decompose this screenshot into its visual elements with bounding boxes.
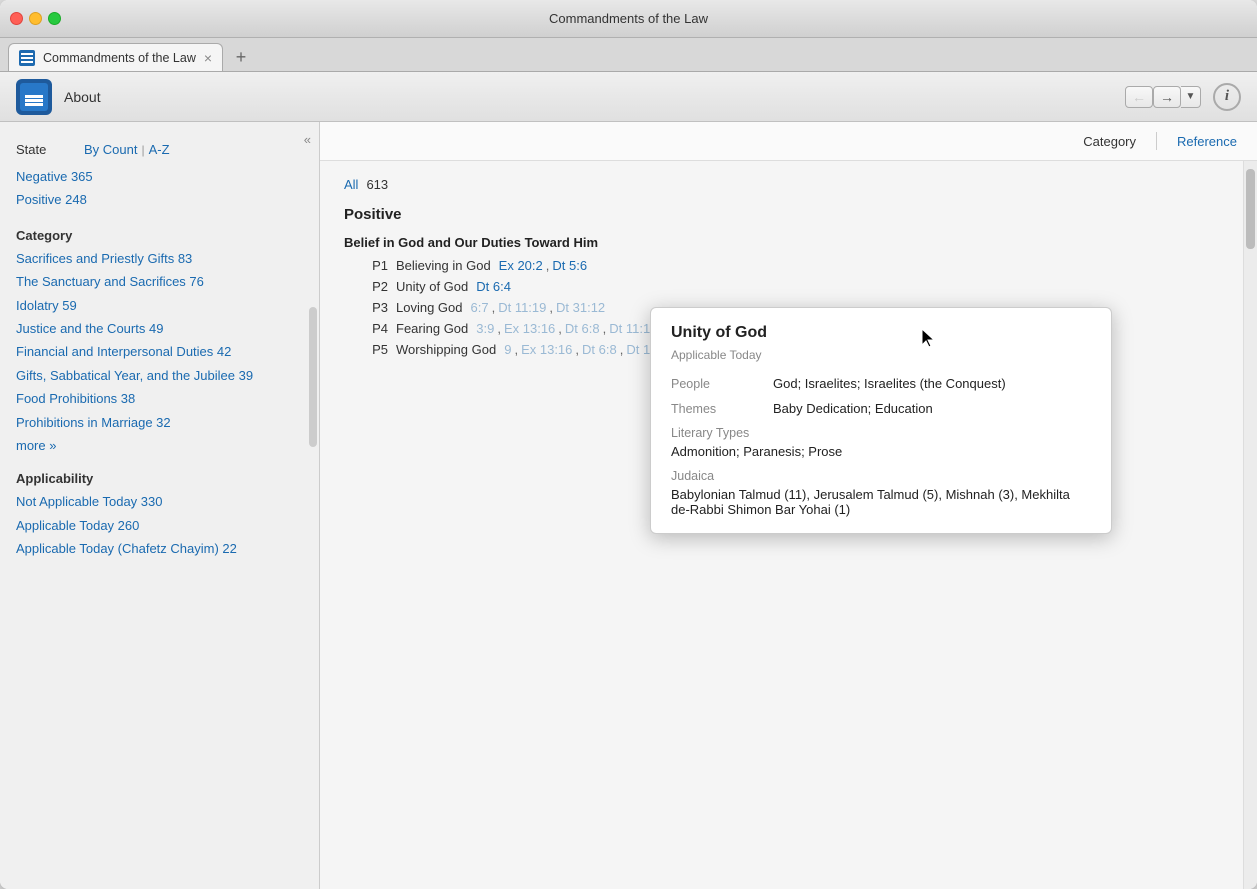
applicable-chafetz-link[interactable]: Applicable Today (Chafetz Chayim) 22 xyxy=(16,537,303,560)
applicable-today-link[interactable]: Applicable Today 260 xyxy=(16,514,303,537)
category-column-header: Category xyxy=(1083,134,1136,149)
popup-themes-value: Baby Dedication; Education xyxy=(773,401,1091,416)
tab-commandments[interactable]: Commandments of the Law × xyxy=(8,43,223,71)
back-button[interactable]: ← xyxy=(1125,86,1153,108)
title-bar: Commandments of the Law xyxy=(0,0,1257,38)
state-label: State xyxy=(16,142,76,157)
sort-divider: | xyxy=(141,143,144,157)
minimize-button[interactable] xyxy=(29,12,42,25)
popup-literary-label: Literary Types xyxy=(671,426,1091,440)
cmd-name-p1: Believing in God xyxy=(396,258,491,273)
reference-column-header[interactable]: Reference xyxy=(1177,134,1237,149)
toolbar: About ← → ▼ i xyxy=(0,72,1257,122)
content-header: Category Reference xyxy=(320,122,1257,161)
popup-themes-row: Themes Baby Dedication; Education xyxy=(671,401,1091,416)
all-count: 613 xyxy=(366,177,388,192)
applicability-header: Applicability xyxy=(16,471,303,486)
az-link[interactable]: A-Z xyxy=(149,142,170,157)
popup-themes-label: Themes xyxy=(671,401,761,416)
nav-dropdown-button[interactable]: ▼ xyxy=(1181,86,1201,108)
commandment-row-p2: P2 Unity of God Dt 6:4 xyxy=(344,279,1233,294)
header-divider xyxy=(1156,132,1157,150)
positive-heading: Positive xyxy=(344,206,1233,223)
positive-link[interactable]: Positive 248 xyxy=(16,188,303,211)
popup-people-row: People God; Israelites; Israelites (the … xyxy=(671,376,1091,391)
cmd-refs-p1: Ex 20:2 , Dt 5:6 xyxy=(499,258,587,273)
popup-unity-of-god: Unity of God Applicable Today People God… xyxy=(650,307,1112,534)
category-header: Category xyxy=(16,228,303,243)
info-button[interactable]: i xyxy=(1213,83,1241,111)
all-link[interactable]: All xyxy=(344,177,358,192)
ref-link-ex202[interactable]: Ex 20:2 xyxy=(499,258,543,273)
window-title: Commandments of the Law xyxy=(549,11,708,26)
sort-links: By Count | A-Z xyxy=(84,142,170,157)
popup-judaica-value: Babylonian Talmud (11), Jerusalem Talmud… xyxy=(671,487,1091,517)
ref-link-dt64[interactable]: Dt 6:4 xyxy=(476,279,511,294)
sidebar: « State By Count | A-Z Negative 365 Posi… xyxy=(0,122,320,889)
popup-judaica-section: Judaica Babylonian Talmud (11), Jerusale… xyxy=(671,469,1091,517)
tab-bar: Commandments of the Law × + xyxy=(0,38,1257,72)
more-link[interactable]: more » xyxy=(16,434,303,457)
category-link-1[interactable]: The Sanctuary and Sacrifices 76 xyxy=(16,270,303,293)
collapse-button[interactable]: « xyxy=(304,132,311,147)
cmd-num-p2: P2 xyxy=(360,279,388,294)
content-area: Category Reference All 613 Positive Beli… xyxy=(320,122,1257,889)
popup-title: Unity of God xyxy=(671,324,1091,342)
by-count-link[interactable]: By Count xyxy=(84,142,137,157)
commandment-row-p1: P1 Believing in God Ex 20:2 , Dt 5:6 xyxy=(344,258,1233,273)
category-link-0[interactable]: Sacrifices and Priestly Gifts 83 xyxy=(16,247,303,270)
tab-add-button[interactable]: + xyxy=(227,43,255,71)
category-link-6[interactable]: Food Prohibitions 38 xyxy=(16,387,303,410)
close-button[interactable] xyxy=(10,12,23,25)
popup-literary-value: Admonition; Paranesis; Prose xyxy=(671,444,1091,459)
window: Commandments of the Law Commandments of … xyxy=(0,0,1257,889)
not-applicable-link[interactable]: Not Applicable Today 330 xyxy=(16,490,303,513)
forward-button[interactable]: → xyxy=(1153,86,1181,108)
maximize-button[interactable] xyxy=(48,12,61,25)
popup-literary-section: Literary Types Admonition; Paranesis; Pr… xyxy=(671,426,1091,459)
traffic-lights xyxy=(10,12,61,25)
content-scrollbar-thumb[interactable] xyxy=(1246,169,1255,249)
tab-label: Commandments of the Law xyxy=(43,51,196,65)
app-icon xyxy=(16,79,52,115)
category-link-4[interactable]: Financial and Interpersonal Duties 42 xyxy=(16,340,303,363)
popup-subtitle: Applicable Today xyxy=(671,348,1091,362)
category-link-7[interactable]: Prohibitions in Marriage 32 xyxy=(16,411,303,434)
about-label: About xyxy=(64,89,101,105)
category-link-5[interactable]: Gifts, Sabbatical Year, and the Jubilee … xyxy=(16,364,303,387)
all-row: All 613 xyxy=(344,177,1233,192)
nav-buttons: ← → ▼ xyxy=(1125,86,1201,108)
cmd-name-p2: Unity of God xyxy=(396,279,468,294)
category-link-3[interactable]: Justice and the Courts 49 xyxy=(16,317,303,340)
content-scrollbar[interactable] xyxy=(1243,161,1257,889)
main-area: « State By Count | A-Z Negative 365 Posi… xyxy=(0,122,1257,889)
popup-judaica-label: Judaica xyxy=(671,469,1091,483)
app-icon-inner xyxy=(20,83,48,111)
popup-people-label: People xyxy=(671,376,761,391)
popup-people-value: God; Israelites; Israelites (the Conques… xyxy=(773,376,1091,391)
category-link-2[interactable]: Idolatry 59 xyxy=(16,294,303,317)
tab-app-icon xyxy=(19,50,35,66)
negative-link[interactable]: Negative 365 xyxy=(16,165,303,188)
tab-close-button[interactable]: × xyxy=(204,51,212,65)
cmd-refs-p2: Dt 6:4 xyxy=(476,279,511,294)
cmd-num-p1: P1 xyxy=(360,258,388,273)
sidebar-scroll-indicator xyxy=(309,307,317,447)
state-filter-row: State By Count | A-Z xyxy=(16,142,303,157)
ref-link-dt56[interactable]: Dt 5:6 xyxy=(552,258,587,273)
belief-heading: Belief in God and Our Duties Toward Him xyxy=(344,235,1233,250)
